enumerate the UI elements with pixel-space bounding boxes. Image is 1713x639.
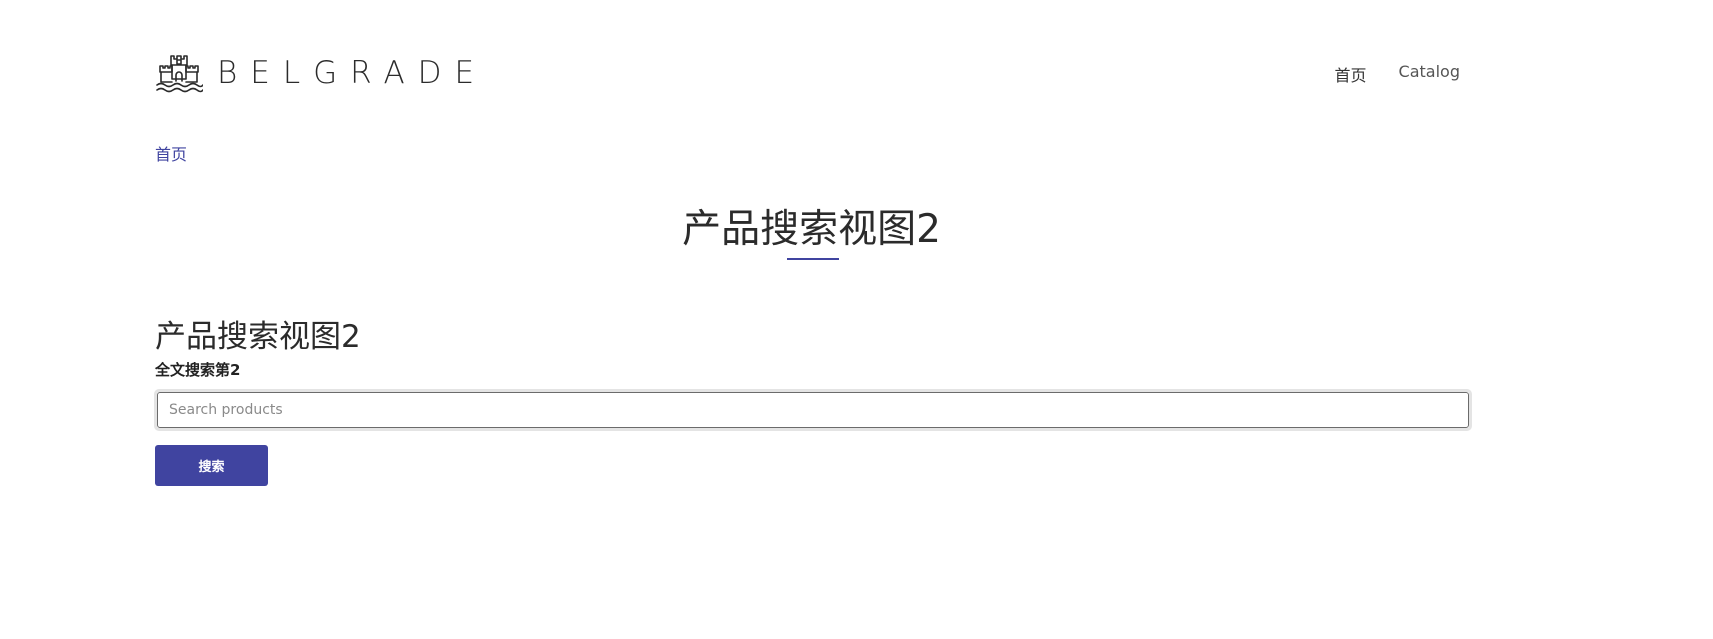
nav-item-catalog[interactable]: Catalog [1399,62,1460,86]
nav-item-home[interactable]: 首页 [1335,62,1367,86]
logo-text: BELGRADE [217,55,488,91]
search-input-focus-ring [154,389,1472,431]
breadcrumb-home[interactable]: 首页 [155,141,187,165]
search-input[interactable] [157,392,1469,428]
page: BELGRADE 首页 Catalog 首页 产品搜索视图2 产品搜索视图2 全… [0,0,1713,639]
castle-icon [156,55,203,93]
site-header: BELGRADE 首页 Catalog [155,50,1460,96]
section-title: 产品搜索视图2 [155,319,361,355]
search-field-label: 全文搜索第2 [155,361,241,379]
page-title: 产品搜索视图2 [682,207,941,252]
main-nav: 首页 Catalog [1335,62,1460,86]
search-button[interactable]: 搜索 [155,445,268,486]
site-logo[interactable]: BELGRADE [155,50,487,96]
title-underline [787,258,839,260]
